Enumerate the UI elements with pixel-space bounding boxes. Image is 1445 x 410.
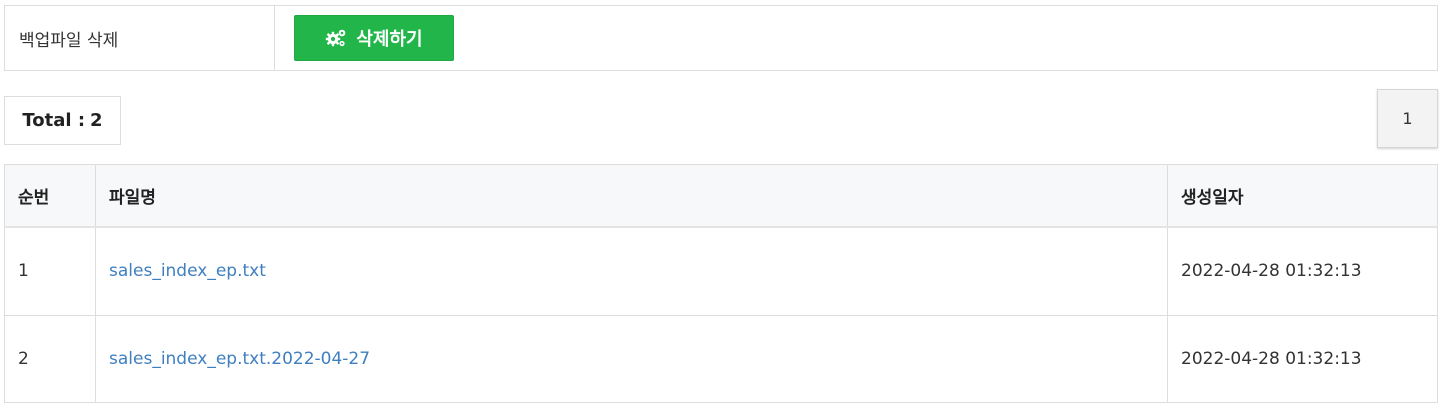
row-created: 2022-04-28 01:32:13: [1167, 315, 1438, 403]
table-row: 2 sales_index_ep.txt.2022-04-27 2022-04-…: [4, 315, 1438, 403]
backup-delete-panel: 백업파일 삭제 삭제하기: [4, 5, 1438, 71]
table-header-row: 순번 파일명 생성일자: [4, 164, 1438, 228]
gears-icon: [325, 28, 347, 48]
total-label: Total :: [22, 110, 86, 131]
delete-button[interactable]: 삭제하기: [294, 15, 454, 61]
total-count-box: Total : 2: [4, 96, 121, 145]
filename-cell: sales_index_ep.txt.2022-04-27: [95, 315, 1168, 403]
row-no: 2: [4, 315, 96, 403]
backup-file-table: 순번 파일명 생성일자 1 sales_index_ep.txt 2022-04…: [4, 164, 1438, 403]
filename-link[interactable]: sales_index_ep.txt.2022-04-27: [109, 349, 370, 369]
backup-delete-label: 백업파일 삭제: [5, 6, 275, 70]
delete-button-label: 삭제하기: [356, 29, 423, 50]
page-button-1[interactable]: 1: [1377, 89, 1438, 148]
header-filename: 파일명: [95, 164, 1168, 228]
header-created: 생성일자: [1167, 164, 1438, 228]
total-count: 2: [90, 110, 103, 131]
table-row: 1 sales_index_ep.txt 2022-04-28 01:32:13: [4, 226, 1438, 316]
header-no: 순번: [4, 164, 96, 228]
row-no: 1: [4, 226, 96, 316]
filename-cell: sales_index_ep.txt: [95, 226, 1168, 316]
backup-delete-action-cell: 삭제하기: [275, 6, 1437, 70]
filename-link[interactable]: sales_index_ep.txt: [109, 261, 266, 281]
row-created: 2022-04-28 01:32:13: [1167, 226, 1438, 316]
